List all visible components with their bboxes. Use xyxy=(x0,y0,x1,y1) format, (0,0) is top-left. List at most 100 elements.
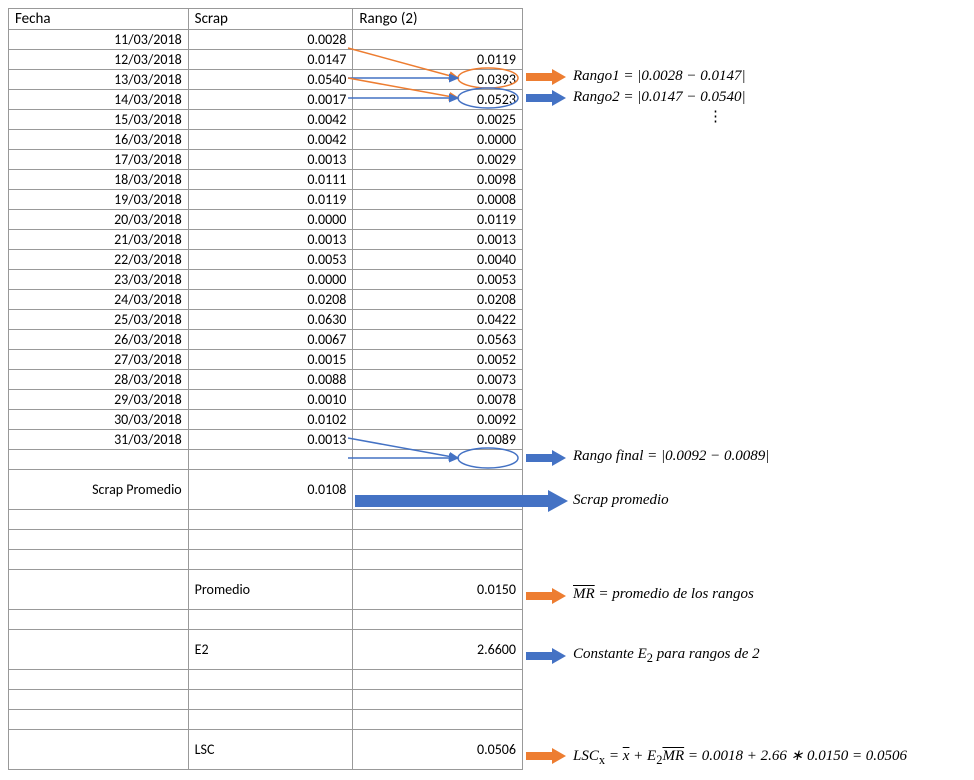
cell-rango: 0.0052 xyxy=(353,350,523,370)
annot-e2: Constante E2 para rangos de 2 xyxy=(573,646,760,666)
table-row: 14/03/20180.00170.0523 xyxy=(9,90,523,110)
cell-rango xyxy=(353,30,523,50)
cell-scrap: 0.0208 xyxy=(188,290,353,310)
cell-rango: 0.0013 xyxy=(353,230,523,250)
cell-fecha: 21/03/2018 xyxy=(9,230,189,250)
cell-rango: 0.0078 xyxy=(353,390,523,410)
annot-lsc-eq-a: = xyxy=(605,748,623,764)
annot-lsc: LSCx = x + E2MR = 0.0018 + 2.66 ∗ 0.0150… xyxy=(573,746,907,768)
cell-rango: 0.0053 xyxy=(353,270,523,290)
table-row: 29/03/20180.00100.0078 xyxy=(9,390,523,410)
cell-scrap: 0.0147 xyxy=(188,50,353,70)
cell-scrap: 0.0017 xyxy=(188,90,353,110)
cell-rango: 0.0393 xyxy=(353,70,523,90)
arrow-lsc xyxy=(526,748,566,764)
annot-mr-rest: = promedio de los rangos xyxy=(595,586,754,602)
annot-scrap-prom: Scrap promedio xyxy=(573,492,669,509)
table-row: 11/03/20180.0028 xyxy=(9,30,523,50)
cell-scrap: 0.0540 xyxy=(188,70,353,90)
annot-vdots: ⋮ xyxy=(708,107,723,126)
promedio-value: 0.0150 xyxy=(353,570,523,610)
header-scrap: Scrap xyxy=(188,9,353,30)
blank-row xyxy=(9,510,523,530)
blank-row xyxy=(9,550,523,570)
scrap-promedio-value: 0.0108 xyxy=(188,470,353,510)
blank-row xyxy=(9,670,523,690)
cell-scrap: 0.0067 xyxy=(188,330,353,350)
arrow-rango1 xyxy=(526,69,566,85)
arrow-rango2 xyxy=(526,90,566,106)
cell-rango: 0.0119 xyxy=(353,210,523,230)
cell-fecha: 25/03/2018 xyxy=(9,310,189,330)
cell-scrap: 0.0013 xyxy=(188,430,353,450)
arrow-mr xyxy=(526,588,566,604)
annot-mr: MR = promedio de los rangos xyxy=(573,586,754,603)
scrap-promedio-label: Scrap Promedio xyxy=(9,470,189,510)
cell-scrap: 0.0088 xyxy=(188,370,353,390)
cell-scrap: 0.0010 xyxy=(188,390,353,410)
blank-row xyxy=(9,690,523,710)
table-row: 12/03/20180.01470.0119 xyxy=(9,50,523,70)
cell-fecha: 12/03/2018 xyxy=(9,50,189,70)
cell-fecha: 16/03/2018 xyxy=(9,130,189,150)
cell-fecha: 15/03/2018 xyxy=(9,110,189,130)
cell-rango: 0.0208 xyxy=(353,290,523,310)
header-rango: Rango (2) xyxy=(353,9,523,30)
annot-rango2: Rango2 = |0.0147 − 0.0540| xyxy=(573,89,746,106)
arrow-rango-final xyxy=(526,450,566,466)
cell-scrap: 0.0053 xyxy=(188,250,353,270)
cell-scrap: 0.0015 xyxy=(188,350,353,370)
cell-scrap: 0.0000 xyxy=(188,270,353,290)
table-row: 21/03/20180.00130.0013 xyxy=(9,230,523,250)
annot-lsc-rest: = 0.0018 + 2.66 ∗ 0.0150 = 0.0506 xyxy=(684,748,907,764)
annot-lsc-mr: MR xyxy=(662,748,684,764)
cell-fecha: 17/03/2018 xyxy=(9,150,189,170)
cell-scrap: 0.0042 xyxy=(188,110,353,130)
table-row: 15/03/20180.00420.0025 xyxy=(9,110,523,130)
cell-fecha: 27/03/2018 xyxy=(9,350,189,370)
cell-fecha: 31/03/2018 xyxy=(9,430,189,450)
annot-e2-b: para rangos de 2 xyxy=(653,646,760,662)
cell-rango: 0.0008 xyxy=(353,190,523,210)
cell-fecha: 26/03/2018 xyxy=(9,330,189,350)
blank-row xyxy=(9,710,523,730)
cell-rango: 0.0098 xyxy=(353,170,523,190)
cell-rango: 0.0523 xyxy=(353,90,523,110)
table-row: 24/03/20180.02080.0208 xyxy=(9,290,523,310)
cell-fecha: 14/03/2018 xyxy=(9,90,189,110)
table-row: 22/03/20180.00530.0040 xyxy=(9,250,523,270)
annot-rango1: Rango1 = |0.0028 − 0.0147| xyxy=(573,68,746,85)
arrow-e2 xyxy=(526,648,566,664)
cell-fecha: 19/03/2018 xyxy=(9,190,189,210)
cell-rango: 0.0073 xyxy=(353,370,523,390)
cell-fecha: 18/03/2018 xyxy=(9,170,189,190)
table-row: 16/03/20180.00420.0000 xyxy=(9,130,523,150)
annot-rango-final: Rango final = |0.0092 − 0.0089| xyxy=(573,448,769,465)
table-header-row: Fecha Scrap Rango (2) xyxy=(9,9,523,30)
cell-rango: 0.0422 xyxy=(353,310,523,330)
table-row: 23/03/20180.00000.0053 xyxy=(9,270,523,290)
cell-scrap: 0.0000 xyxy=(188,210,353,230)
cell-rango: 0.0563 xyxy=(353,330,523,350)
cell-fecha: 22/03/2018 xyxy=(9,250,189,270)
blank-row xyxy=(9,610,523,630)
blank-row xyxy=(9,450,523,470)
table-row: 26/03/20180.00670.0563 xyxy=(9,330,523,350)
annot-lsc-plus: + E xyxy=(629,748,656,764)
cell-fecha: 30/03/2018 xyxy=(9,410,189,430)
annot-mr-var: MR xyxy=(573,586,595,602)
lsc-label: LSC xyxy=(188,730,353,770)
cell-rango: 0.0089 xyxy=(353,430,523,450)
scrap-promedio-row: Scrap Promedio 0.0108 xyxy=(9,470,523,510)
annot-lsc-var: LSC xyxy=(573,748,599,764)
e2-value: 2.6600 xyxy=(353,630,523,670)
table-row: 17/03/20180.00130.0029 xyxy=(9,150,523,170)
cell-scrap: 0.0630 xyxy=(188,310,353,330)
annot-e2-a: Constante E xyxy=(573,646,647,662)
cell-rango: 0.0119 xyxy=(353,50,523,70)
data-table: Fecha Scrap Rango (2) 11/03/20180.002812… xyxy=(8,8,523,770)
cell-fecha: 11/03/2018 xyxy=(9,30,189,50)
cell-rango: 0.0029 xyxy=(353,150,523,170)
table-row: 31/03/20180.00130.0089 xyxy=(9,430,523,450)
cell-scrap: 0.0028 xyxy=(188,30,353,50)
